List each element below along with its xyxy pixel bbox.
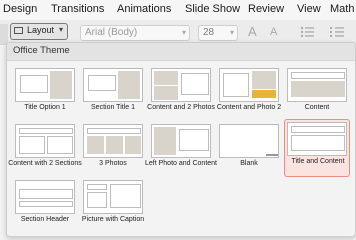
layout-content-and-2-photos[interactable]: Content and 2 Photos — [147, 65, 215, 123]
layout-thumbnail — [83, 124, 143, 158]
layout-title-option-1[interactable]: Title Option 1 — [12, 65, 78, 123]
layout-content-with-2-sections[interactable]: Content with 2 Sections — [8, 121, 82, 179]
layout-thumbnail — [15, 180, 75, 214]
layout-thumbnail — [287, 68, 347, 102]
tab-animations[interactable]: Animations — [117, 3, 171, 15]
layout-content-and-photo-2[interactable]: Content and Photo 2 — [216, 65, 282, 123]
layout-thumbnail — [15, 124, 75, 158]
layout-label: Content — [304, 104, 330, 111]
layout-icon — [14, 27, 23, 34]
layout-button[interactable]: Layout ▾ — [10, 23, 68, 40]
tab-slide-show[interactable]: Slide Show — [185, 3, 240, 15]
layout-thumbnail — [151, 124, 211, 158]
layout-thumbnail — [219, 124, 279, 158]
layout-label: Title and Content — [291, 158, 345, 165]
layout-section-title-1[interactable]: Section Title 1 — [80, 65, 146, 123]
layout-picture-with-caption[interactable]: Picture with Caption — [80, 177, 146, 235]
tab-design[interactable]: Design — [3, 3, 37, 15]
font-size-value: 28 — [203, 27, 215, 38]
layout-thumbnail — [83, 68, 143, 102]
layout-thumbnail — [83, 180, 143, 214]
layout-thumbnail — [287, 122, 347, 156]
tab-math[interactable]: Math — [330, 3, 354, 15]
slide-pane-edge — [0, 24, 8, 44]
font-size-select[interactable]: 28 ▾ — [198, 25, 238, 41]
chevron-down-icon: ▾ — [181, 28, 186, 37]
theme-title: Office Theme — [13, 45, 70, 56]
layout-button-label: Layout — [27, 25, 55, 35]
layout-thumbnail — [15, 68, 75, 102]
font-name-value: Arial (Body) — [85, 27, 138, 38]
font-name-select[interactable]: Arial (Body) ▾ — [80, 25, 190, 41]
layout-blank[interactable]: Blank — [216, 121, 282, 179]
grow-font-icon[interactable]: A — [248, 24, 257, 39]
layout-3-photos[interactable]: 3 Photos — [80, 121, 146, 179]
chevron-down-icon: ▾ — [59, 25, 64, 34]
numbered-list-icon[interactable] — [330, 26, 344, 38]
bullets-icon[interactable] — [300, 26, 314, 38]
layout-label: Picture with Caption — [81, 216, 145, 223]
tab-view[interactable]: View — [297, 3, 321, 15]
layout-left-photo-and-content[interactable]: Left Photo and Content — [145, 121, 217, 179]
tab-review[interactable]: Review — [248, 3, 284, 15]
layout-thumbnail — [151, 68, 211, 102]
tab-transitions[interactable]: Transitions — [51, 3, 104, 15]
layout-content[interactable]: Content — [284, 65, 350, 123]
layout-gallery-panel: Office Theme Title Option 1 Section Titl… — [6, 42, 356, 237]
gallery-header: Office Theme — [7, 43, 355, 61]
shrink-font-icon[interactable]: A — [270, 26, 277, 38]
chevron-down-icon: ▾ — [229, 28, 234, 37]
layout-thumbnail — [219, 68, 279, 102]
layout-title-and-content[interactable]: Title and Content — [284, 119, 350, 177]
layout-section-header[interactable]: Section Header — [12, 177, 78, 235]
ribbon-tab-bar: Design Transitions Animations Slide Show… — [0, 0, 356, 20]
